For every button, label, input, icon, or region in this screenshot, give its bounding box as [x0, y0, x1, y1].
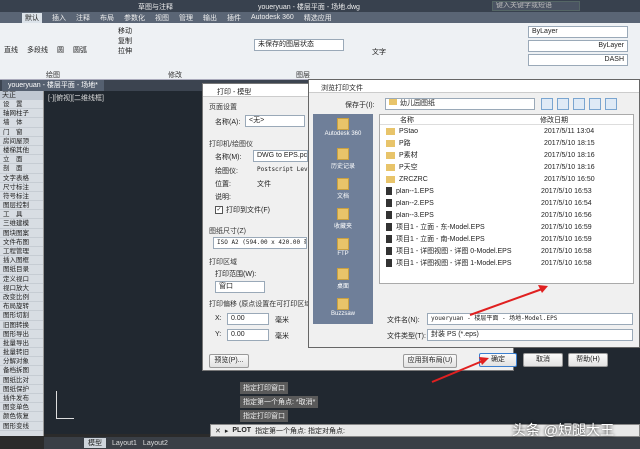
arrow-ok	[431, 359, 486, 383]
arrow-ok-head	[479, 357, 489, 365]
annotation-arrows	[431, 285, 548, 383]
arrow-filename	[469, 287, 546, 316]
